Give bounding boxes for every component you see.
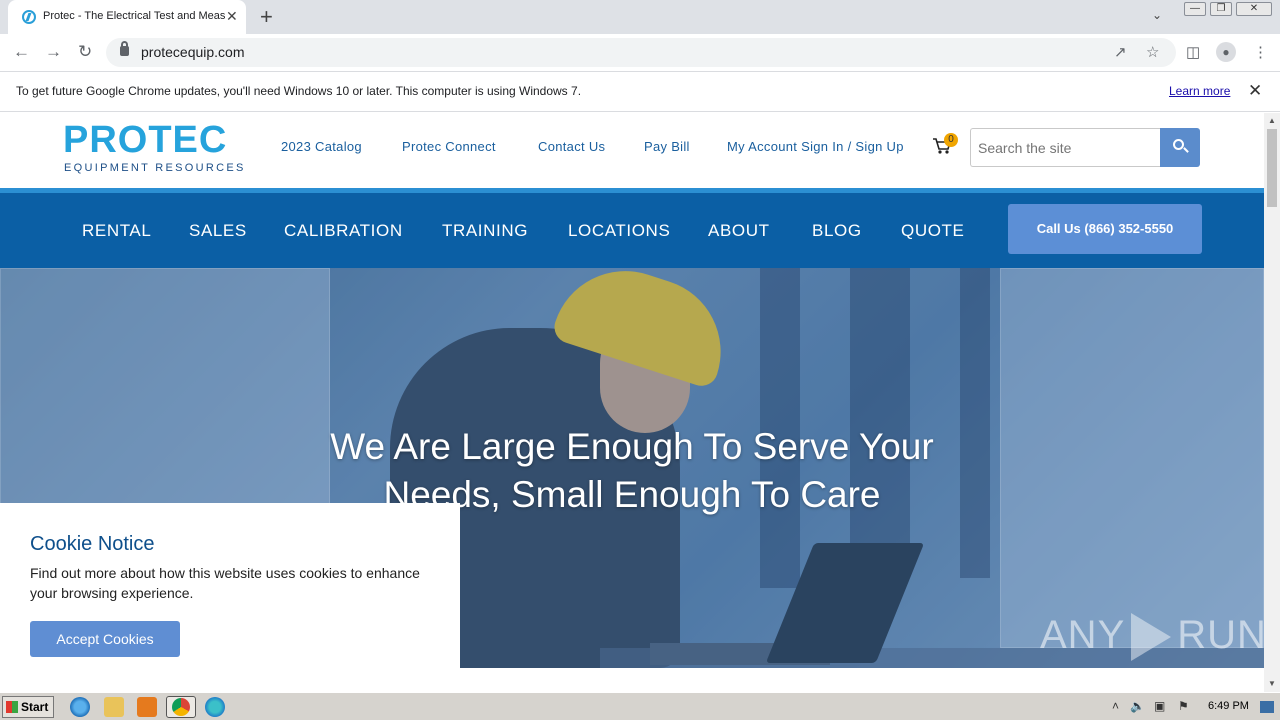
nav-rental[interactable]: RENTAL [82, 221, 151, 241]
link-contact-us[interactable]: Contact Us [538, 139, 605, 154]
browser-toolbar: ← → ↻ protecequip.com ↗ ☆ ◫ ● ⋮ [0, 34, 1280, 72]
play-icon [1131, 613, 1172, 662]
nav-quote[interactable]: QUOTE [901, 221, 964, 241]
update-infobar: To get future Google Chrome updates, you… [0, 72, 1280, 112]
site-header: PROTEC EQUIPMENT RESOURCES 2023 Catalog … [0, 113, 1264, 188]
menu-kebab-icon[interactable]: ⋮ [1253, 43, 1268, 61]
show-desktop-icon[interactable] [1260, 701, 1274, 713]
cart-count-badge: 0 [944, 133, 958, 147]
nav-about[interactable]: ABOUT [708, 221, 770, 241]
nav-locations[interactable]: LOCATIONS [568, 221, 670, 241]
minimize-button[interactable]: — [1184, 2, 1206, 16]
infobar-close-icon[interactable]: ✕ [1248, 81, 1262, 101]
watermark-right: RUN [1177, 613, 1264, 657]
link-account-signin[interactable]: My Account Sign In / Sign Up [727, 139, 904, 154]
edge-icon[interactable] [205, 697, 225, 717]
reload-icon[interactable]: ↻ [78, 42, 92, 62]
tray-expand-icon[interactable]: ˄ [1112, 699, 1119, 713]
anyrun-watermark: ANY RUN [1040, 613, 1264, 662]
accept-cookies-button[interactable]: Accept Cookies [30, 621, 180, 657]
cookie-text: Find out more about how this website use… [30, 565, 420, 601]
link-pay-bill[interactable]: Pay Bill [644, 139, 690, 154]
site-favicon-icon [22, 10, 36, 24]
share-icon[interactable]: ↗ [1114, 43, 1127, 61]
logo-tagline: EQUIPMENT RESOURCES [64, 162, 246, 174]
action-center-flag-icon[interactable]: ⚑ [1178, 699, 1189, 713]
lock-icon [120, 41, 129, 56]
volume-icon[interactable]: 🔈 [1130, 699, 1145, 713]
media-player-icon[interactable] [137, 697, 157, 717]
tab-title: Protec - The Electrical Test and Measure… [43, 10, 225, 22]
chrome-icon [172, 698, 190, 716]
link-protec-connect[interactable]: Protec Connect [402, 139, 496, 154]
address-bar[interactable]: protecequip.com [106, 38, 1176, 67]
chrome-taskbar-button[interactable] [166, 696, 196, 718]
cookie-title: Cookie Notice [30, 533, 155, 555]
cookie-notice: Cookie Notice Find out more about how th… [0, 503, 460, 692]
taskbar-clock[interactable]: 6:49 PM [1208, 700, 1249, 712]
infobar-message: To get future Google Chrome updates, you… [16, 84, 582, 98]
page-viewport: PROTEC EQUIPMENT RESOURCES 2023 Catalog … [0, 113, 1264, 692]
nav-training[interactable]: TRAINING [442, 221, 528, 241]
restore-button[interactable]: ❐ [1210, 2, 1232, 16]
search-button[interactable] [1160, 128, 1200, 167]
start-label: Start [21, 700, 49, 714]
nav-sales[interactable]: SALES [189, 221, 247, 241]
tab-strip: Protec - The Electrical Test and Measure… [0, 0, 1280, 34]
call-us-button[interactable]: Call Us (866) 352-5550 [1008, 204, 1202, 254]
protec-logo[interactable]: PROTEC EQUIPMENT RESOURCES [63, 119, 253, 177]
browser-tab[interactable]: Protec - The Electrical Test and Measure… [8, 0, 246, 34]
windows-taskbar: Start ˄ 🔈 ▣ ⚑ 6:49 PM [0, 692, 1280, 720]
forward-arrow-icon[interactable]: → [45, 42, 62, 62]
scrollbar-thumb[interactable] [1267, 129, 1277, 207]
site-search-input[interactable] [970, 128, 1160, 167]
profile-avatar-icon[interactable]: ● [1216, 42, 1236, 62]
back-arrow-icon[interactable]: ← [13, 42, 30, 62]
tab-close-icon[interactable]: ✕ [226, 8, 238, 25]
new-tab-button[interactable]: + [260, 4, 273, 30]
nav-blog[interactable]: BLOG [812, 221, 862, 241]
windows-logo-icon [6, 701, 18, 713]
learn-more-link[interactable]: Learn more [1169, 84, 1230, 98]
tab-search-chevron-icon[interactable]: ⌄ [1152, 8, 1162, 22]
watermark-left: ANY [1040, 613, 1126, 657]
page-scrollbar[interactable]: ▲ ▼ [1264, 113, 1280, 692]
url-text[interactable]: protecequip.com [141, 44, 245, 60]
nav-calibration[interactable]: CALIBRATION [284, 221, 403, 241]
start-button[interactable]: Start [2, 696, 54, 718]
scroll-down-arrow-icon[interactable]: ▼ [1268, 679, 1276, 688]
link-catalog[interactable]: 2023 Catalog [281, 139, 362, 154]
logo-wordmark: PROTEC [63, 119, 228, 161]
window-close-button[interactable]: ✕ [1236, 2, 1272, 16]
cart-icon[interactable]: 0 [932, 133, 958, 157]
internet-explorer-icon[interactable] [70, 697, 90, 717]
main-navigation: RENTAL SALES CALIBRATION TRAINING LOCATI… [0, 188, 1264, 268]
bookmark-star-icon[interactable]: ☆ [1146, 43, 1159, 61]
network-icon[interactable]: ▣ [1154, 699, 1165, 713]
file-explorer-icon[interactable] [104, 697, 124, 717]
side-panel-icon[interactable]: ◫ [1186, 43, 1200, 61]
scroll-up-arrow-icon[interactable]: ▲ [1268, 116, 1276, 125]
